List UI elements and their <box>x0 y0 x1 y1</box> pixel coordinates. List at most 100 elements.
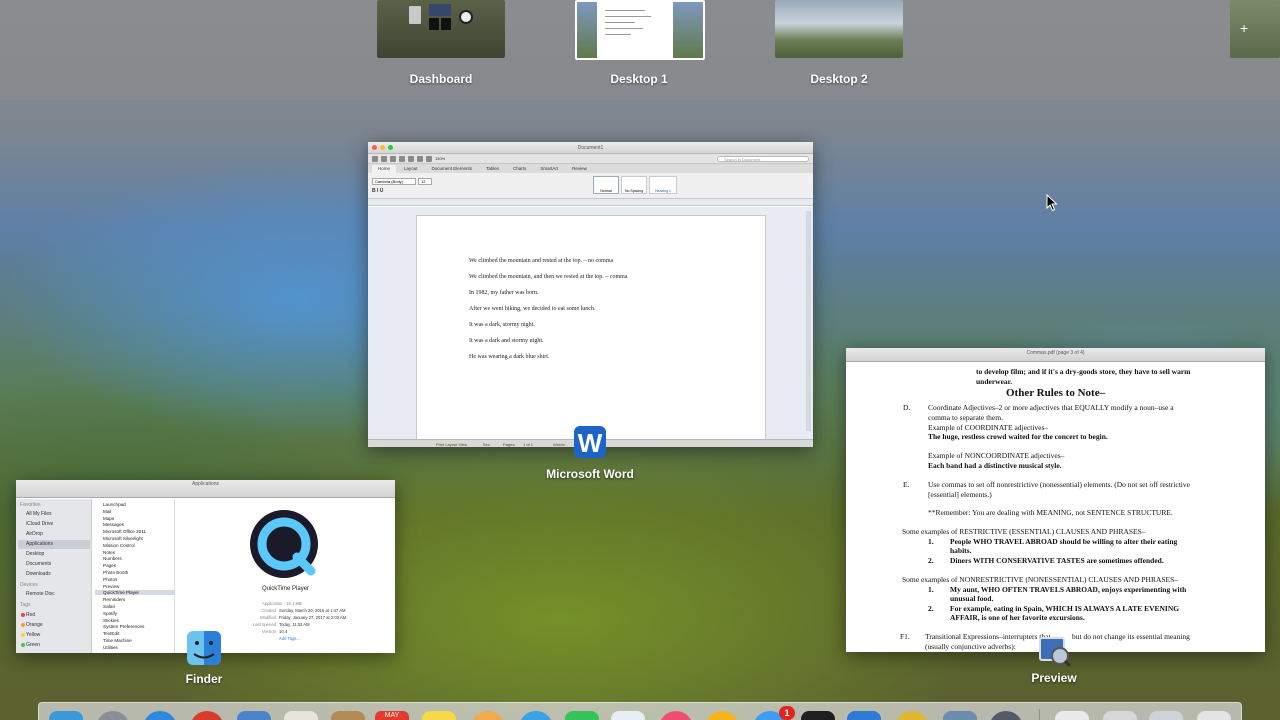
redo-icon[interactable] <box>417 155 423 162</box>
tab-charts[interactable]: Charts <box>507 165 532 173</box>
paragraph-icon[interactable] <box>426 155 432 162</box>
finder-app-row[interactable]: Microsoft Office 2011 <box>103 529 146 534</box>
facetime-dock-icon[interactable] <box>565 711 599 720</box>
preview-document[interactable]: to develop film; and if it's a dry-goods… <box>846 363 1265 652</box>
sidebar-item-all-my-files[interactable]: All My Files <box>26 511 52 517</box>
desktop-2-thumbnail[interactable] <box>775 0 903 58</box>
notes-dock-icon[interactable] <box>331 711 365 720</box>
finder-app-row[interactable]: Mission Control <box>103 543 135 548</box>
finder-app-row[interactable]: Reminders <box>103 597 125 602</box>
undo-icon[interactable] <box>408 155 414 162</box>
word-window[interactable]: Document1 150% Search in Document Home L… <box>368 142 813 447</box>
finder-app-row[interactable]: Numbers <box>103 556 122 561</box>
sidebar-item-documents[interactable]: Documents <box>26 561 51 567</box>
sidebar-item-applications[interactable]: Applications <box>18 540 90 549</box>
stickies-dock-icon[interactable] <box>422 711 456 720</box>
tab-home[interactable]: Home <box>372 165 397 173</box>
finder-app-row[interactable]: Maps <box>103 516 114 521</box>
finder-app-row[interactable]: Mail <box>103 509 111 514</box>
style-no-spacing[interactable]: No Spacing <box>621 176 647 194</box>
save-icon[interactable] <box>390 155 396 162</box>
tab-review[interactable]: Review <box>566 165 593 173</box>
bold-button[interactable]: B I U <box>372 188 383 194</box>
sidebar-tag-green[interactable]: Green <box>26 642 40 648</box>
zoom-value[interactable]: 150% <box>435 156 445 161</box>
itunes-dock-icon[interactable] <box>659 711 693 720</box>
calendar-dock-icon[interactable]: MAY <box>375 711 409 720</box>
photos-dock-icon[interactable] <box>471 711 505 720</box>
finder-app-row[interactable]: Pages <box>103 563 116 568</box>
word-dock-icon[interactable] <box>847 711 881 720</box>
add-tags-link[interactable]: Add Tags... <box>279 636 300 641</box>
app-dock-icon[interactable] <box>895 711 929 720</box>
minimize-icon[interactable] <box>380 145 385 150</box>
folder-dock-icon[interactable] <box>1149 711 1183 720</box>
chrome-dock-icon[interactable] <box>190 711 224 720</box>
finder-app-row[interactable]: Stickies <box>103 618 119 623</box>
preview-app-icon[interactable] <box>1036 632 1072 668</box>
finder-dock-icon[interactable] <box>49 711 83 720</box>
preview-dock-icon[interactable] <box>943 711 977 720</box>
finder-app-row[interactable]: QuickTime Player <box>95 590 175 596</box>
finder-app-row[interactable]: Notes <box>103 550 115 555</box>
tab-smartart[interactable]: SmartArt <box>534 165 564 173</box>
yellow-tag-icon <box>21 633 25 637</box>
sidebar-item-remote-disc[interactable]: Remote Disc <box>26 591 55 597</box>
system-preferences-dock-icon[interactable] <box>801 711 835 720</box>
word-app-icon[interactable]: W <box>572 424 608 460</box>
close-icon[interactable] <box>372 145 377 150</box>
finder-window[interactable]: Applications Favorites All My Files iClo… <box>16 480 395 653</box>
sidebar-item-airdrop[interactable]: AirDrop <box>26 531 43 537</box>
finder-app-row[interactable]: Photo Booth <box>103 570 128 575</box>
finder-app-row[interactable]: Microsoft Silverlight <box>103 536 143 541</box>
zoom-icon[interactable] <box>388 145 393 150</box>
finder-app-row[interactable]: Utilities <box>103 645 118 650</box>
word-title: Document1 <box>577 145 604 151</box>
finder-app-row[interactable]: Launchpad <box>103 502 126 507</box>
dashboard-thumbnail[interactable] <box>377 0 505 58</box>
word-page[interactable]: We climbed the mountain and rested at th… <box>416 215 766 447</box>
sidebar-item-downloads[interactable]: Downloads <box>26 571 51 577</box>
sidebar-tag-orange[interactable]: Orange <box>26 622 43 628</box>
sidebar-tag-yellow[interactable]: Yellow <box>26 632 40 638</box>
document-dock-icon[interactable] <box>1055 711 1089 720</box>
safari-dock-icon[interactable] <box>143 711 177 720</box>
tab-tables[interactable]: Tables <box>480 165 505 173</box>
contacts-dock-icon[interactable] <box>284 711 318 720</box>
quicktime-dock-icon[interactable] <box>989 711 1023 720</box>
open-icon[interactable] <box>381 155 387 162</box>
desktop-1-thumbnail[interactable] <box>575 0 705 60</box>
word-search-input[interactable]: Search in Document <box>717 155 809 162</box>
messages-dock-icon[interactable] <box>519 711 553 720</box>
sidebar-tag-red[interactable]: Red <box>26 612 35 618</box>
downloads-dock-icon[interactable] <box>1103 711 1137 720</box>
finder-app-row[interactable]: Spotify <box>103 611 117 616</box>
mail-dock-icon[interactable] <box>237 711 271 720</box>
preview-window[interactable]: Commas.pdf (page 3 of 4) to develop film… <box>846 348 1265 652</box>
sidebar-item-icloud-drive[interactable]: iCloud Drive <box>26 521 53 527</box>
trash-icon[interactable] <box>1197 711 1231 720</box>
finder-app-icon[interactable] <box>186 630 222 666</box>
maps-dock-icon[interactable] <box>611 711 645 720</box>
font-name-select[interactable]: Cambria (Body) <box>372 178 416 185</box>
style-heading-1[interactable]: Heading 1 <box>649 176 677 194</box>
finder-app-row[interactable]: System Preferences <box>103 624 144 629</box>
word-ruler[interactable] <box>368 199 813 206</box>
finder-app-row[interactable]: Safari <box>103 604 115 609</box>
vertical-scrollbar[interactable] <box>806 211 811 431</box>
finder-app-row[interactable]: TextEdit <box>103 631 119 636</box>
finder-app-row[interactable]: Preview <box>103 584 119 589</box>
finder-app-row[interactable]: Messages <box>103 522 124 527</box>
sidebar-item-desktop[interactable]: Desktop <box>26 551 44 557</box>
style-normal[interactable]: Normal <box>593 176 619 194</box>
add-desktop-thumbnail[interactable]: + <box>1230 0 1280 58</box>
new-doc-icon[interactable] <box>372 155 378 162</box>
ibooks-dock-icon[interactable] <box>705 711 739 720</box>
tab-document-elements[interactable]: Document Elements <box>426 165 479 173</box>
print-icon[interactable] <box>399 155 405 162</box>
tab-layout[interactable]: Layout <box>398 165 424 173</box>
launchpad-dock-icon[interactable] <box>96 711 130 720</box>
font-size-select[interactable]: 12 <box>418 178 432 185</box>
finder-app-row[interactable]: Photos <box>103 577 117 582</box>
finder-app-row[interactable]: Time Machine <box>103 638 132 643</box>
